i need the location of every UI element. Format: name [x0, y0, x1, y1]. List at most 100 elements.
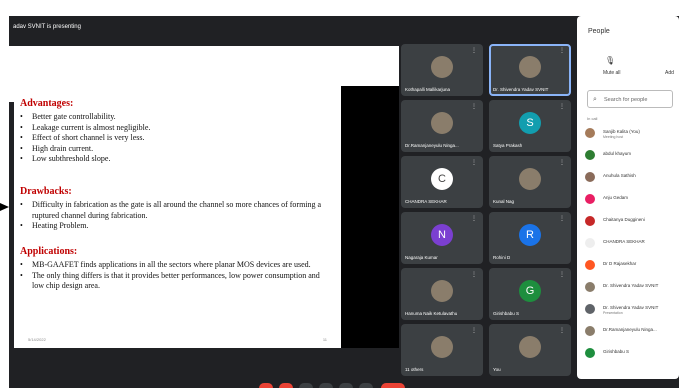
drawbacks-item: Heating Problem.: [20, 221, 330, 232]
participant-avatar: S: [519, 112, 541, 134]
drawbacks-heading: Drawbacks:: [20, 186, 72, 197]
search-icon: ⌕: [593, 96, 597, 103]
people-list-item[interactable]: Chaitanya Duggineni: [585, 214, 675, 230]
applications-item: MB-GAAFET finds applications in all the …: [20, 260, 330, 271]
people-panel: People 🎙 Mute all Add ⌕ Search for peopl…: [577, 16, 679, 379]
tile-options-icon[interactable]: ⋮: [559, 327, 565, 334]
participant-tile[interactable]: ⋮ Kunal Nag: [489, 156, 571, 208]
participant-avatar: N: [431, 224, 453, 246]
participant-tile[interactable]: ⋮ Hanuma Naik Ketulavathu: [401, 268, 483, 320]
mic-off-button[interactable]: [259, 383, 273, 388]
participant-avatar: [519, 56, 541, 78]
participant-tile[interactable]: ⋮ Dr.Ramanjaneyulu Ninga...: [401, 100, 483, 152]
participant-avatar: C: [431, 168, 453, 190]
people-list-item[interactable]: Dr. Shivendra Yadav SVNIT: [585, 280, 675, 296]
person-subtitle: Presentation: [603, 311, 623, 315]
participant-tile[interactable]: ⋮ Dr. Shivendra Yadav SVNIT: [489, 44, 571, 96]
participant-avatar: [431, 336, 453, 358]
drawbacks-list: Difficulty in fabrication as the gate is…: [20, 200, 330, 232]
people-panel-title: People: [588, 28, 610, 35]
participant-tile[interactable]: ⋮ You: [489, 324, 571, 376]
advantages-item: Leakage current is almost negligible.: [20, 123, 330, 134]
participant-name: Dr.Ramanjaneyulu Ninga...: [405, 143, 459, 148]
applications-list: MB-GAAFET finds applications in all the …: [20, 260, 330, 292]
leave-call-button[interactable]: [381, 383, 405, 388]
person-avatar: [585, 304, 595, 314]
participant-tile[interactable]: C ⋮ CHANDRA SEKHAR: [401, 156, 483, 208]
tile-options-icon[interactable]: ⋮: [559, 215, 565, 222]
person-name: Dr. Shivendra Yadav SVNIT: [603, 305, 659, 310]
participant-avatar: [519, 336, 541, 358]
slide-page-number: 11: [322, 337, 327, 342]
slide-side-bar: [341, 86, 399, 348]
person-avatar: [585, 150, 595, 160]
person-name: Dr D Rajasekhar: [603, 261, 637, 266]
people-search-input[interactable]: ⌕ Search for people: [587, 90, 673, 108]
tile-options-icon[interactable]: ⋮: [471, 215, 477, 222]
people-list-item[interactable]: Dr.Ramanjaneyulu Ninga...: [585, 324, 675, 340]
person-avatar: [585, 128, 595, 138]
person-avatar: [585, 194, 595, 204]
advantages-item: Better gate controllability.: [20, 112, 330, 123]
raise-hand-button[interactable]: [319, 383, 333, 388]
participant-tile[interactable]: G ⋮ Girishbabu S: [489, 268, 571, 320]
tile-options-icon[interactable]: ⋮: [471, 47, 477, 54]
people-list-item[interactable]: Sanjib Kalita (You) Meeting host: [585, 126, 675, 142]
advantages-item: Effect of short channel is very less.: [20, 133, 330, 144]
tile-options-icon[interactable]: ⋮: [471, 159, 477, 166]
tile-options-icon[interactable]: ⋮: [559, 159, 565, 166]
participant-name: Girishbabu S: [493, 311, 520, 316]
in-call-label: In call: [587, 116, 598, 121]
tile-options-icon[interactable]: ⋮: [471, 271, 477, 278]
person-name: Dr.Ramanjaneyulu Ninga...: [603, 327, 657, 332]
participant-name: Rohini D: [493, 255, 511, 260]
applications-item: The only thing differs is that it provid…: [20, 271, 330, 292]
people-list-item[interactable]: Anuhula Sathish: [585, 170, 675, 186]
person-avatar: [585, 326, 595, 336]
person-avatar: [585, 172, 595, 182]
participant-tile[interactable]: N ⋮ Nagaraja Kumar: [401, 212, 483, 264]
person-name: Anju Gedam: [603, 195, 629, 200]
add-people-label[interactable]: Add: [665, 70, 674, 76]
present-button[interactable]: [339, 383, 353, 388]
tile-options-icon[interactable]: ⋮: [559, 271, 565, 278]
search-placeholder: Search for people: [604, 97, 648, 103]
participant-avatar: [519, 168, 541, 190]
participant-name: Kunal Nag: [493, 199, 515, 204]
people-list-item[interactable]: abdul khayum: [585, 148, 675, 164]
participant-tile[interactable]: ⋮ Kothapalli Mallikarjuna: [401, 44, 483, 96]
tile-options-icon[interactable]: ⋮: [559, 103, 565, 110]
tile-options-icon[interactable]: ⋮: [471, 103, 477, 110]
advantages-item: High drain current.: [20, 144, 330, 155]
mute-all-label: Mute all: [603, 70, 621, 76]
tile-options-icon[interactable]: ⋮: [471, 327, 477, 334]
participant-name: CHANDRA SEKHAR: [405, 199, 447, 204]
person-avatar: [585, 216, 595, 226]
presenting-banner: adav SVNIT is presenting: [13, 24, 81, 30]
participant-tile[interactable]: R ⋮ Rohini D: [489, 212, 571, 264]
slide-date: 5/14/2022: [28, 337, 46, 342]
captions-button[interactable]: [299, 383, 313, 388]
people-list-item[interactable]: Anju Gedam: [585, 192, 675, 208]
people-list-item[interactable]: Dr. Shivendra Yadav SVNIT Presentation: [585, 302, 675, 318]
camera-off-button[interactable]: [279, 383, 293, 388]
more-options-button[interactable]: [359, 383, 373, 388]
participant-name: You: [493, 367, 501, 372]
people-list-item[interactable]: Girishbabu S: [585, 346, 675, 362]
person-subtitle: Meeting host: [603, 135, 624, 139]
person-name: abdul khayum: [603, 151, 632, 156]
drawbacks-item: Difficulty in fabrication as the gate is…: [20, 200, 330, 221]
people-list-item[interactable]: Dr D Rajasekhar: [585, 258, 675, 274]
participant-tile[interactable]: S ⋮ Satya Prakash: [489, 100, 571, 152]
person-avatar: [585, 282, 595, 292]
people-list-item[interactable]: CHANDRA SEKHAR: [585, 236, 675, 252]
participant-avatar: R: [519, 224, 541, 246]
participant-name: Dr. Shivendra Yadav SVNIT: [493, 87, 549, 92]
participant-name: Nagaraja Kumar: [405, 255, 438, 260]
participant-tile[interactable]: ⋮ 11 others: [401, 324, 483, 376]
advantages-list: Better gate controllability.Leakage curr…: [20, 112, 330, 165]
tile-options-icon[interactable]: ⋮: [559, 47, 565, 54]
mute-all-icon[interactable]: 🎙: [605, 56, 615, 65]
person-name: Sanjib Kalita (You): [603, 129, 640, 134]
presentation-slide: Advantages: Better gate controllability.…: [14, 86, 341, 348]
